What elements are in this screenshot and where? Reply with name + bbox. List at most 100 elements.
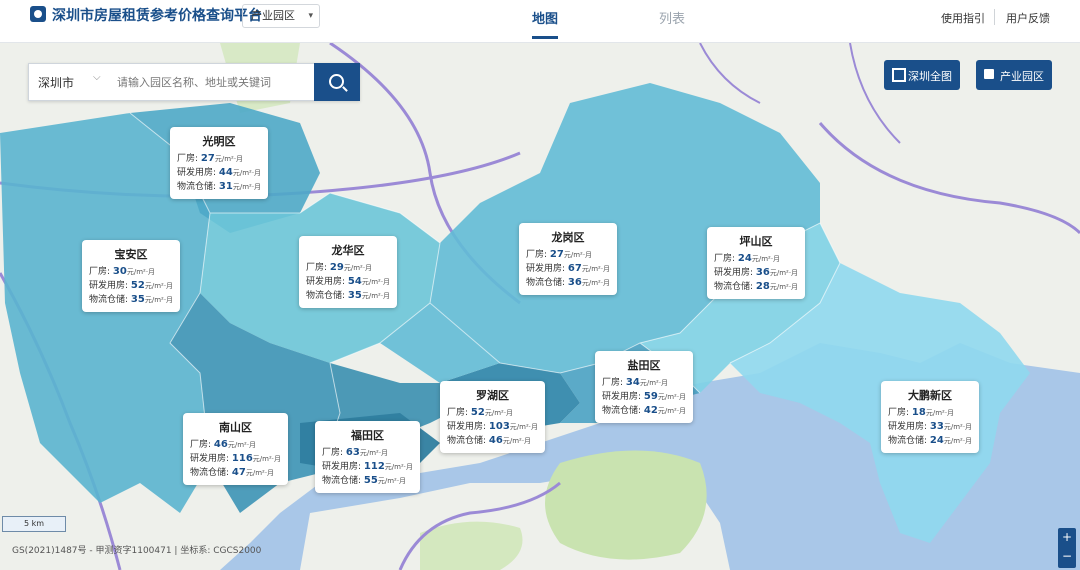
price-unit: 元/m²·月 <box>144 296 174 304</box>
district-name: 大鹏新区 <box>908 389 953 402</box>
row-label: 物流仓储: <box>602 406 642 416</box>
zoom-in-button[interactable]: + <box>1058 528 1076 547</box>
price-value: 24 <box>929 435 944 446</box>
price-value: 28 <box>755 281 770 292</box>
tab-map[interactable]: 地图 <box>532 8 559 39</box>
row-label: 物流仓储: <box>714 282 754 292</box>
price-value: 63 <box>345 447 360 458</box>
price-unit: 元/m²·月 <box>751 255 781 263</box>
price-unit: 元/m²·月 <box>581 265 611 273</box>
row-label: 物流仓储: <box>177 182 217 192</box>
user-feedback-link[interactable]: 用户反馈 <box>1006 10 1050 26</box>
row-label: 研发用房: <box>888 422 928 432</box>
price-unit: 元/m²·月 <box>925 409 955 417</box>
row-label: 厂房: <box>602 378 624 388</box>
district-card-pingshan[interactable]: 坪山区 厂房: 24元/m²·月 研发用房: 36元/m²·月 物流仓储: 28… <box>707 227 806 299</box>
price-value: 103 <box>488 421 510 432</box>
green-area <box>545 450 707 560</box>
price-value: 29 <box>329 262 344 273</box>
top-bar: 深圳市房屋租赁参考价格查询平台 产业园区 ▾ 地图 列表 使用指引 用户反馈 <box>0 0 1080 43</box>
price-unit: 元/m²·月 <box>377 477 407 485</box>
price-value: 34 <box>625 377 640 388</box>
price-value: 47 <box>231 467 246 478</box>
scale-bar: 5 km <box>2 516 66 532</box>
district-card-baoan[interactable]: 宝安区 厂房: 30元/m²·月 研发用房: 52元/m²·月 物流仓储: 35… <box>82 240 181 312</box>
price-value: 46 <box>488 435 503 446</box>
park-toggle-button[interactable]: 产业园区 <box>976 60 1052 90</box>
price-value: 67 <box>567 263 582 274</box>
price-value: 36 <box>755 267 770 278</box>
price-unit: 元/m²·月 <box>361 278 391 286</box>
price-value: 35 <box>347 290 362 301</box>
row-label: 厂房: <box>177 154 199 164</box>
price-value: 30 <box>112 266 127 277</box>
district-card-longhua[interactable]: 龙华区 厂房: 29元/m²·月 研发用房: 54元/m²·月 物流仓储: 35… <box>299 236 398 308</box>
search-bar: 深圳市 ⌵ <box>28 63 360 101</box>
platform-logo-icon <box>30 6 46 22</box>
district-card-futian[interactable]: 福田区 厂房: 63元/m²·月 研发用房: 112元/m²·月 物流仓储: 5… <box>315 421 421 493</box>
user-guide-link[interactable]: 使用指引 <box>941 10 985 26</box>
row-label: 厂房: <box>190 440 212 450</box>
green-area <box>420 521 523 570</box>
price-value: 116 <box>231 453 253 464</box>
district-card-luohu[interactable]: 罗湖区 厂房: 52元/m²·月 研发用房: 103元/m²·月 物流仓储: 4… <box>440 381 546 453</box>
full-map-button[interactable]: 深圳全图 <box>884 60 960 90</box>
price-value: 27 <box>549 249 564 260</box>
price-value: 36 <box>567 277 582 288</box>
price-unit: 元/m²·月 <box>126 268 156 276</box>
row-label: 厂房: <box>714 254 736 264</box>
price-unit: 元/m²·月 <box>563 251 593 259</box>
row-label: 研发用房: <box>177 168 217 178</box>
price-unit: 元/m²·月 <box>359 449 389 457</box>
price-value: 59 <box>643 391 658 402</box>
district-card-nanshan[interactable]: 南山区 厂房: 46元/m²·月 研发用房: 116元/m²·月 物流仓储: 4… <box>183 413 289 485</box>
tab-list[interactable]: 列表 <box>659 8 685 27</box>
price-unit: 元/m²·月 <box>343 264 373 272</box>
price-unit: 元/m²·月 <box>943 423 973 431</box>
district-card-yantian[interactable]: 盐田区 厂房: 34元/m²·月 研发用房: 59元/m²·月 物流仓储: 42… <box>595 351 694 423</box>
map-attribution: GS(2021)1487号 - 甲测资字1100471 | 坐标系: CGCS2… <box>12 546 262 556</box>
row-label: 厂房: <box>447 408 469 418</box>
row-label: 物流仓储: <box>89 295 129 305</box>
row-label: 厂房: <box>89 267 111 277</box>
search-icon[interactable] <box>314 63 360 101</box>
row-label: 研发用房: <box>714 268 754 278</box>
city-select[interactable]: 深圳市 <box>38 74 74 91</box>
search-input[interactable] <box>115 71 329 93</box>
price-unit: 元/m²·月 <box>769 283 799 291</box>
price-value: 55 <box>363 475 378 486</box>
price-unit: 元/m²·月 <box>252 455 282 463</box>
price-value: 24 <box>737 253 752 264</box>
park-toggle-label: 产业园区 <box>1000 70 1044 83</box>
row-label: 研发用房: <box>190 454 230 464</box>
price-unit: 元/m²·月 <box>769 269 799 277</box>
category-select[interactable]: 产业园区 ▾ <box>242 4 320 28</box>
price-unit: 元/m²·月 <box>245 469 275 477</box>
district-name: 宝安区 <box>114 248 148 261</box>
district-name: 盐田区 <box>627 359 661 372</box>
zoom-out-button[interactable]: − <box>1058 547 1076 566</box>
price-value: 44 <box>218 167 233 178</box>
row-label: 物流仓储: <box>526 278 566 288</box>
row-label: 研发用房: <box>526 264 566 274</box>
district-name: 光明区 <box>202 135 236 148</box>
row-label: 厂房: <box>888 408 910 418</box>
price-value: 52 <box>130 280 145 291</box>
zoom-control: + − <box>1058 528 1076 568</box>
district-card-dapeng[interactable]: 大鹏新区 厂房: 18元/m²·月 研发用房: 33元/m²·月 物流仓储: 2… <box>881 381 980 453</box>
district-name: 龙岗区 <box>551 231 585 244</box>
district-name: 坪山区 <box>739 235 773 248</box>
price-unit: 元/m²·月 <box>502 437 532 445</box>
price-unit: 元/m²·月 <box>232 169 262 177</box>
district-card-longgang[interactable]: 龙岗区 厂房: 27元/m²·月 研发用房: 67元/m²·月 物流仓储: 36… <box>519 223 618 295</box>
district-card-guangming[interactable]: 光明区 厂房: 27元/m²·月 研发用房: 44元/m²·月 物流仓储: 31… <box>170 127 269 199</box>
price-unit: 元/m²·月 <box>639 379 669 387</box>
price-unit: 元/m²·月 <box>384 463 414 471</box>
chevron-down-icon[interactable]: ⌵ <box>93 72 101 83</box>
district-name: 罗湖区 <box>476 389 509 402</box>
price-unit: 元/m²·月 <box>214 155 244 163</box>
row-label: 物流仓储: <box>190 468 230 478</box>
platform-title: 深圳市房屋租赁参考价格查询平台 <box>52 8 262 24</box>
price-value: 54 <box>347 276 362 287</box>
row-label: 研发用房: <box>306 277 346 287</box>
